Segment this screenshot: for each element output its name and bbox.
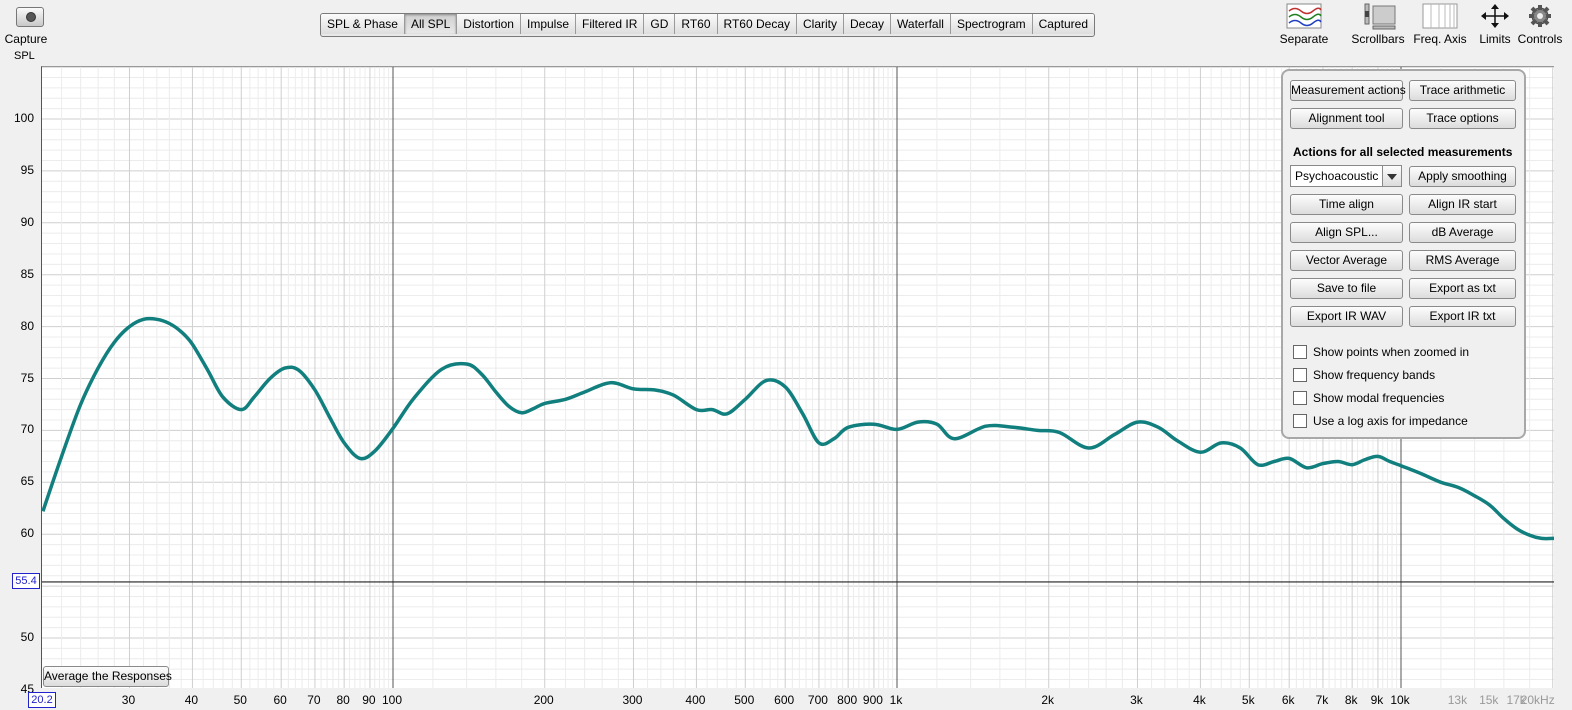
gear-icon <box>1529 5 1551 27</box>
align-spl-button[interactable]: Align SPL... <box>1290 222 1403 243</box>
x-tick-label: 200 <box>533 693 554 707</box>
x-tick-label: 500 <box>734 693 755 707</box>
x-tick-label: 100 <box>381 693 403 707</box>
x-tick-label: 6k <box>1281 693 1295 707</box>
x-tick-label: 90 <box>362 693 376 707</box>
controls-button[interactable]: Controls <box>1509 0 1571 48</box>
camera-icon <box>16 7 44 27</box>
tab-filtered-ir[interactable]: Filtered IR <box>576 14 645 34</box>
tab-waterfall[interactable]: Waterfall <box>891 14 951 34</box>
separate-button[interactable]: Separate <box>1269 0 1339 48</box>
tab-distortion[interactable]: Distortion <box>457 14 521 34</box>
tab-impulse[interactable]: Impulse <box>520 14 577 34</box>
tab-rt60-decay[interactable]: RT60 Decay <box>717 14 797 34</box>
measurement-actions-button[interactable]: Measurement actions <box>1290 80 1406 101</box>
db-average-button[interactable]: dB Average <box>1409 222 1516 243</box>
tab-clarity[interactable]: Clarity <box>797 14 845 34</box>
x-tick-label: 50 <box>233 693 247 707</box>
rms-average-button[interactable]: RMS Average <box>1409 250 1516 271</box>
tab-all-spl[interactable]: All SPL <box>404 14 458 34</box>
x-tick-label: 10k <box>1390 693 1410 707</box>
checkbox-box[interactable] <box>1293 414 1307 428</box>
tab-decay[interactable]: Decay <box>844 14 892 34</box>
y-tick-label: 70 <box>20 422 34 437</box>
x-tick-label: 900 <box>862 693 883 707</box>
y-tick-label: 95 <box>20 162 34 177</box>
freq-axis-icon <box>1422 3 1458 29</box>
checkbox-label: Show modal frequencies <box>1313 391 1445 405</box>
smoothing-select[interactable]: Psychoacoustic <box>1290 165 1402 187</box>
checkbox-box[interactable] <box>1293 345 1307 359</box>
capture-label: Capture <box>4 32 48 46</box>
y-tick-label: 75 <box>20 370 34 385</box>
x-tick-label: 9k <box>1370 693 1384 707</box>
time-align-button[interactable]: Time align <box>1290 194 1403 215</box>
x-tick-label: 3k <box>1130 693 1143 707</box>
y-tick-label: 60 <box>20 526 34 541</box>
x-tick-label: 40 <box>184 693 199 707</box>
x-tick-label: 70 <box>307 693 321 707</box>
x-tick-label: 8k <box>1344 693 1358 707</box>
x-tick-label: 60 <box>273 693 287 707</box>
x-tick-label: 4k <box>1193 693 1206 707</box>
x-tick-label: 15k <box>1479 693 1499 707</box>
checkbox-label: Show frequency bands <box>1313 368 1436 382</box>
capture-button[interactable]: Capture <box>5 4 47 48</box>
separate-traces-icon <box>1286 3 1322 29</box>
controls-label: Controls <box>1517 32 1563 46</box>
separate-label: Separate <box>1279 32 1329 46</box>
checkbox-label: Show points when zoomed in <box>1313 345 1470 359</box>
y-tick-label: 85 <box>20 266 34 281</box>
cursor-y-readout: 55.4 <box>12 573 40 589</box>
vector-average-button[interactable]: Vector Average <box>1290 250 1403 271</box>
export-as-txt-button[interactable]: Export as txt <box>1409 278 1516 299</box>
checkbox-label: Use a log axis for impedance <box>1313 414 1468 428</box>
chevron-down-icon[interactable] <box>1382 166 1401 186</box>
checkbox-box[interactable] <box>1293 391 1307 405</box>
x-tick-label: 30 <box>121 693 136 707</box>
tab-gd[interactable]: GD <box>644 14 676 34</box>
x-tick-label: 1k <box>889 693 903 707</box>
save-to-file-button[interactable]: Save to file <box>1290 278 1403 299</box>
scrollbars-button[interactable]: Scrollbars <box>1343 0 1413 48</box>
x-tick-label: 7k <box>1315 693 1329 707</box>
x-tick-label: 2k <box>1041 693 1055 707</box>
x-tick-label: 20kHz <box>1520 693 1555 707</box>
alignment-tool-button[interactable]: Alignment tool <box>1290 108 1403 129</box>
panel-heading: Actions for all selected measurements <box>1293 145 1513 159</box>
x-tick-label: 13k <box>1447 693 1468 707</box>
smoothing-select-value: Psychoacoustic <box>1295 169 1379 183</box>
checkbox-box[interactable] <box>1293 368 1307 382</box>
x-tick-label: 600 <box>774 693 795 707</box>
y-axis-title: SPL <box>14 50 35 62</box>
export-ir-txt-button[interactable]: Export IR txt <box>1409 306 1516 327</box>
tab-captured[interactable]: Captured <box>1032 14 1095 34</box>
cursor-x-readout: 20.2 <box>28 692 56 708</box>
x-tick-label: 300 <box>622 693 643 707</box>
x-tick-label: 800 <box>837 693 858 707</box>
y-tick-label: 80 <box>20 318 34 333</box>
y-tick-label: 90 <box>20 214 34 229</box>
x-tick-label: 700 <box>807 693 828 707</box>
tab-spl-phase[interactable]: SPL & Phase <box>321 14 405 34</box>
y-tick-label: 50 <box>20 630 34 644</box>
tab-rt60[interactable]: RT60 <box>675 14 718 34</box>
tab-spectrogram[interactable]: Spectrogram <box>950 14 1033 34</box>
scrollbars-label: Scrollbars <box>1351 32 1405 46</box>
export-ir-wav-button[interactable]: Export IR WAV <box>1290 306 1403 327</box>
y-tick-label: 65 <box>20 474 34 489</box>
y-tick-label: 100 <box>13 111 34 125</box>
trace-options-button[interactable]: Trace options <box>1409 108 1516 129</box>
align-ir-start-button[interactable]: Align IR start <box>1409 194 1516 215</box>
x-tick-label: 400 <box>685 693 706 707</box>
graph-tab-bar: SPL & Phase All SPL Distortion Impulse Filte… <box>320 13 1096 37</box>
controls-panel: Measurement actions Trace arithmetic Ali… <box>1281 69 1526 439</box>
average-responses-button[interactable]: Average the Responses <box>43 666 172 687</box>
apply-smoothing-button[interactable]: Apply smoothing <box>1409 166 1516 187</box>
x-tick-label: 5k <box>1241 693 1255 707</box>
trace-arithmetic-button[interactable]: Trace arithmetic <box>1409 80 1516 101</box>
scrollbars-icon <box>1364 3 1396 30</box>
x-tick-label: 80 <box>336 693 350 707</box>
